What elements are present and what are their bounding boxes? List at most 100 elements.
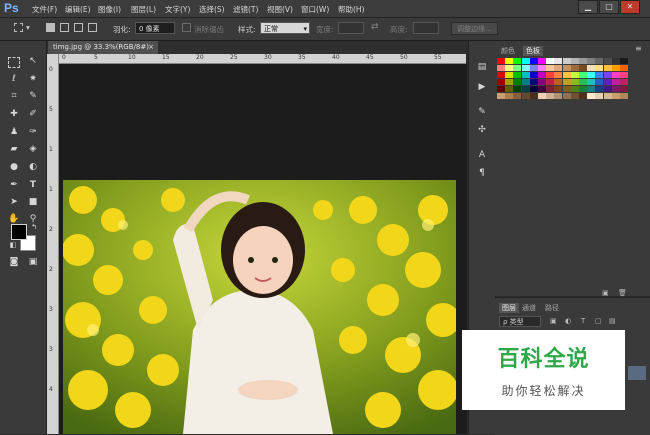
swatch[interactable] [521, 58, 530, 64]
width-input[interactable] [338, 22, 364, 34]
swatch[interactable] [603, 65, 612, 71]
paint-bucket-icon[interactable]: ◈ [26, 143, 40, 155]
swatch[interactable] [620, 93, 628, 99]
swatch[interactable] [529, 86, 538, 92]
swatch[interactable] [521, 93, 530, 99]
filter-pixel-icon[interactable]: ▣ [550, 317, 557, 325]
default-colors-icon[interactable]: ◧ [6, 239, 20, 251]
filter-smart-icon[interactable]: ▤ [609, 317, 616, 325]
swatch[interactable] [497, 58, 505, 64]
swatch[interactable] [513, 86, 522, 92]
swatch[interactable] [505, 86, 514, 92]
swatch[interactable] [620, 79, 628, 85]
swatch[interactable] [521, 79, 530, 85]
swatch[interactable] [546, 65, 555, 71]
swatch[interactable] [579, 65, 587, 71]
close-tab-icon[interactable]: × [148, 41, 154, 54]
tab-color[interactable]: 颜色 [501, 46, 515, 56]
move-tool-icon[interactable]: ↖ [26, 55, 40, 67]
swatch[interactable] [587, 79, 596, 85]
character-panel-icon[interactable]: A [475, 149, 489, 161]
swatch[interactable] [538, 79, 546, 85]
menu-view[interactable]: 视图(V) [267, 4, 293, 15]
actions-panel-icon[interactable]: ▶ [475, 81, 489, 93]
menu-file[interactable]: 文件(F) [32, 4, 57, 15]
swatch[interactable] [587, 58, 596, 64]
swatch[interactable] [579, 86, 587, 92]
shape-tool-icon[interactable]: ■ [26, 196, 40, 208]
swatch[interactable] [529, 58, 538, 64]
swatch[interactable] [529, 79, 538, 85]
swatch[interactable] [595, 86, 604, 92]
swatch[interactable] [562, 93, 571, 99]
clone-source-icon[interactable]: ✣ [475, 124, 489, 136]
swatch[interactable] [538, 93, 546, 99]
paragraph-panel-icon[interactable]: ¶ [475, 167, 489, 179]
swatch[interactable] [603, 58, 612, 64]
swatch[interactable] [513, 65, 522, 71]
swatch[interactable] [620, 86, 628, 92]
eyedropper-icon[interactable]: ✎ [26, 90, 40, 102]
swatch[interactable] [546, 93, 555, 99]
swatch[interactable] [513, 93, 522, 99]
intersect-selection-icon[interactable] [88, 23, 97, 32]
swatch[interactable] [521, 72, 530, 78]
feather-input[interactable]: 0 像素 [135, 22, 175, 34]
swatch[interactable] [521, 65, 530, 71]
swatch[interactable] [546, 86, 555, 92]
swatch[interactable] [570, 65, 579, 71]
dodge-icon[interactable]: ◐ [26, 161, 40, 173]
document-image[interactable] [63, 180, 456, 434]
foreground-color-swatch[interactable] [11, 224, 27, 240]
swatch[interactable] [579, 79, 587, 85]
swatch[interactable] [595, 65, 604, 71]
swatch[interactable] [554, 72, 563, 78]
swatch[interactable] [611, 79, 620, 85]
swatch[interactable] [497, 93, 505, 99]
tab-layers[interactable]: 图层 [499, 303, 519, 313]
layer-filter-select[interactable]: ρ 类型 [499, 316, 541, 327]
blur-icon[interactable]: ● [7, 161, 21, 173]
swatch[interactable] [529, 65, 538, 71]
new-selection-icon[interactable] [46, 23, 55, 32]
swatch[interactable] [579, 72, 587, 78]
menu-image[interactable]: 图像(I) [98, 4, 121, 15]
swatch[interactable] [513, 72, 522, 78]
swap-icon[interactable]: ⇄ [371, 22, 379, 32]
swatch[interactable] [521, 86, 530, 92]
menu-layer[interactable]: 图层(L) [131, 4, 156, 15]
swatch[interactable] [505, 72, 514, 78]
brush-panel-icon[interactable]: ✎ [475, 106, 489, 118]
menu-select[interactable]: 选择(S) [199, 4, 225, 15]
swatch[interactable] [579, 93, 587, 99]
swatch[interactable] [497, 86, 505, 92]
swatch[interactable] [587, 86, 596, 92]
swatch[interactable] [554, 93, 563, 99]
swatch[interactable] [620, 65, 628, 71]
filter-shape-icon[interactable]: ▢ [595, 317, 602, 325]
swatch[interactable] [611, 72, 620, 78]
swatch[interactable] [505, 93, 514, 99]
swatch[interactable] [603, 86, 612, 92]
swatch[interactable] [587, 72, 596, 78]
swatch[interactable] [595, 58, 604, 64]
horizontal-ruler[interactable]: 0 5 10 15 20 25 30 35 40 45 50 55 [58, 54, 466, 64]
swatch[interactable] [562, 58, 571, 64]
swatch[interactable] [570, 86, 579, 92]
delete-swatch-icon[interactable]: 🗑 [618, 289, 627, 297]
swatch[interactable] [513, 79, 522, 85]
subtract-selection-icon[interactable] [74, 23, 83, 32]
document-tab[interactable]: timg.jpg @ 33.3%(RGB/8#) × [48, 41, 158, 54]
rect-marquee-icon[interactable] [8, 57, 20, 68]
magic-wand-icon[interactable]: ✷ [26, 73, 40, 85]
minimize-button[interactable]: ▁ [578, 0, 598, 14]
swatch[interactable] [595, 79, 604, 85]
swatch[interactable] [505, 58, 514, 64]
swatch[interactable] [505, 79, 514, 85]
tool-preset-chevron-icon[interactable]: ▾ [26, 23, 30, 32]
add-selection-icon[interactable] [60, 23, 69, 32]
vertical-ruler[interactable]: 0 5 1 1 2 2 3 3 4 [47, 54, 59, 434]
lasso-icon[interactable]: ℓ [7, 73, 21, 85]
swatch[interactable] [497, 65, 505, 71]
swatch[interactable] [570, 93, 579, 99]
